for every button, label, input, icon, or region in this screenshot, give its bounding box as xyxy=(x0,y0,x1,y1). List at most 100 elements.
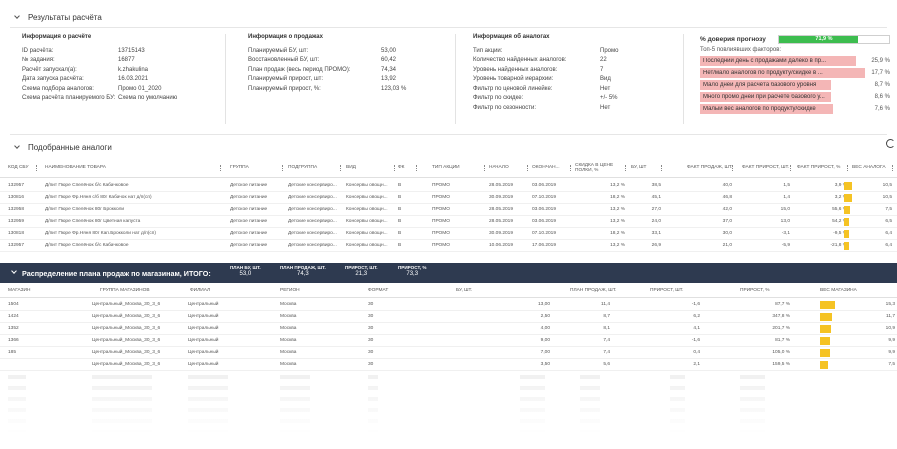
column-header-label: ГРУППА МАГАЗИНОВ xyxy=(100,288,150,294)
chevron-down-icon[interactable] xyxy=(14,14,20,20)
table-cell: 132957 xyxy=(8,243,25,248)
column-header[interactable]: ФАКТ ПРИРОСТ, ШТ. xyxy=(742,158,794,178)
table-cell: 30,0 xyxy=(722,231,732,236)
table-row[interactable]: 132958 Д/пит Пюре Спелёнок 80г Брокколи Де… xyxy=(0,204,897,216)
table-row[interactable]: 132957 Д/пит Пюре Спелёнок б/с Кабачковое… xyxy=(0,180,897,192)
table-cell: 03.06.2019 xyxy=(532,183,557,188)
column-header[interactable]: ПОДГРУППА xyxy=(288,158,344,178)
column-header[interactable]: ФОРМАТ xyxy=(368,284,388,298)
column-divider xyxy=(683,34,684,124)
info-label: Планируемый БУ, шт: xyxy=(248,47,309,54)
table-cell: 55,6 % xyxy=(832,207,847,212)
column-resize-handle[interactable] xyxy=(790,165,791,171)
column-resize-handle[interactable] xyxy=(416,165,417,171)
info-label: План продаж (весь период ПРОМО): xyxy=(248,66,351,73)
table-cell: 10,5 xyxy=(882,195,892,200)
column-header[interactable]: РЕГИОН xyxy=(280,284,300,298)
column-header[interactable]: ФАКТ ПРОДАЖ, ШТ. xyxy=(687,158,736,178)
table-cell: Д/пит Пюре Спелёнок 80г Брокколи xyxy=(45,207,125,212)
column-header[interactable]: ВЕС АНАЛОГА xyxy=(852,158,896,178)
column-resize-handle[interactable] xyxy=(847,165,848,171)
table-row[interactable]: 132959 Д/пит Пюре Спелёнок 80г Цветная ка… xyxy=(0,216,897,228)
column-resize-handle[interactable] xyxy=(484,165,485,171)
info-row: Планируемый прирост, шт: 13,92 xyxy=(248,75,448,85)
results-section-header[interactable]: Результаты расчёта xyxy=(0,10,102,24)
column-header[interactable]: КОД СБУ xyxy=(8,158,40,178)
column-resize-handle[interactable] xyxy=(570,165,571,171)
distribution-section-header[interactable]: Распределение плана продаж по магазинам,… xyxy=(0,263,897,283)
table-row[interactable]: 185 Центральный_Москва_30_3_6 Центральный М… xyxy=(0,347,897,359)
column-header-label: МАГАЗИН xyxy=(8,288,31,294)
table-cell: 159,5 % xyxy=(772,362,790,367)
column-resize-handle[interactable] xyxy=(220,165,221,171)
table-row[interactable]: 1504 Центральный_Москва_30_3_6 Центральный… xyxy=(0,299,897,311)
table-cell: Консервы овощн... xyxy=(346,207,388,212)
column-header[interactable]: БУ, ШТ xyxy=(631,158,665,178)
column-header[interactable]: ПЛАН ПРОДАЖ, ШТ. xyxy=(570,284,616,298)
chevron-down-icon[interactable] xyxy=(14,144,20,150)
info-label: Фильтр по сезонности: xyxy=(473,104,537,111)
order-info-panel: Информация о расчёте ID расчёта: 13715143… xyxy=(22,34,212,103)
table-row[interactable]: Центральный_Москва_30_3_6 Центральный Моск… xyxy=(0,359,897,371)
column-header[interactable]: ПРИРОСТ, % xyxy=(740,284,770,298)
column-header[interactable]: БУ, ШТ. xyxy=(456,284,472,298)
table-row[interactable]: 130816 Д/пит Пюре Фр.Няня с/б 80г Кабачок… xyxy=(0,192,897,204)
column-header-label: ПРИРОСТ, ШТ. xyxy=(650,288,684,294)
column-header-label: КОД СБУ xyxy=(8,165,29,171)
analogs-section-title: Подобранные аналоги xyxy=(28,142,112,152)
table-cell: 18,2 % xyxy=(610,195,625,200)
column-header[interactable]: ГРУППА xyxy=(230,158,286,178)
table-row[interactable]: 1352 Центральный_Москва_30_3_6 Центральный… xyxy=(0,323,897,335)
column-header[interactable]: ФК xyxy=(398,158,420,178)
table-row[interactable]: 130818 Д/пит Пюре Фр.Няня 80г Кап.Броккол… xyxy=(0,228,897,240)
column-resize-handle[interactable] xyxy=(661,165,662,171)
column-header[interactable]: ПРИРОСТ, ШТ. xyxy=(650,284,683,298)
table-row[interactable]: 1424 Центральный_Москва_30_3_6 Центральный… xyxy=(0,311,897,323)
column-resize-handle[interactable] xyxy=(892,165,893,171)
column-header[interactable]: ВЕС МАГАЗИНА xyxy=(820,284,857,298)
column-header[interactable]: ОКОНЧАН... xyxy=(532,158,574,178)
column-resize-handle[interactable] xyxy=(732,165,733,171)
column-header[interactable]: НАИМЕНОВАНИЕ ТОВАРА xyxy=(45,158,224,178)
column-header[interactable]: ВИД xyxy=(346,158,398,178)
column-resize-handle[interactable] xyxy=(36,165,37,171)
column-divider xyxy=(455,34,456,124)
column-resize-handle[interactable] xyxy=(394,165,395,171)
trust-value: 71,9 % xyxy=(815,35,833,42)
column-header[interactable]: ФИЛИАЛ xyxy=(190,284,210,298)
table-cell: 46,8 xyxy=(722,195,732,200)
summary-metric: ПРИРОСТ, ШТ. 21,3 xyxy=(345,265,378,277)
table-cell: 10,5 xyxy=(882,183,892,188)
column-header[interactable]: СКИДКА В ЦЕНЕ ПОЛКИ, % xyxy=(575,158,629,178)
column-header-label: ФАКТ ПРИРОСТ, % xyxy=(797,165,841,171)
info-row: Уровень найденных аналогов: 7 xyxy=(473,65,673,75)
column-header[interactable]: МАГАЗИН xyxy=(8,284,30,298)
table-row[interactable]: 1366 Центральный_Москва_30_3_6 Центральный… xyxy=(0,335,897,347)
column-header-label: ФИЛИАЛ xyxy=(190,288,211,294)
column-resize-handle[interactable] xyxy=(527,165,528,171)
table-cell: 13,2 % xyxy=(610,207,625,212)
column-header-label: БУ, ШТ xyxy=(631,165,647,171)
table-cell: 30.09.2019 xyxy=(489,195,514,200)
factor-row: Малый вес аналогов по продукту/скидке 7,6… xyxy=(700,104,890,114)
table-cell: -21,8 % xyxy=(830,243,847,248)
info-label: Расчёт запускал(а): xyxy=(22,66,77,73)
column-header[interactable]: НАЧАЛО xyxy=(489,158,531,178)
column-resize-handle[interactable] xyxy=(625,165,626,171)
column-header[interactable]: ГРУППА МАГАЗИНОВ xyxy=(100,284,150,298)
column-header[interactable]: ФАКТ ПРИРОСТ, % xyxy=(797,158,851,178)
summary-metric: ПРИРОСТ, % 73,3 xyxy=(398,265,426,277)
refresh-icon[interactable] xyxy=(886,139,895,148)
table-cell: 27,0 xyxy=(651,207,661,212)
column-resize-handle[interactable] xyxy=(282,165,283,171)
table-cell: Д/пит Пюре Спелёнок б/с Кабачковое xyxy=(45,183,129,188)
info-row: Планируемый БУ, шт: 53,00 xyxy=(248,46,448,56)
column-header[interactable]: ТИП АКЦИИ xyxy=(432,158,488,178)
summary-metric: ПЛАН ПРОДАЖ, ШТ. 74,3 xyxy=(280,265,326,277)
table-row[interactable]: 132957 Д/пит Пюре Спелёнок б/с Кабачковое… xyxy=(0,240,897,252)
chevron-down-icon[interactable] xyxy=(11,268,17,274)
table-cell: Консервы овощн... xyxy=(346,183,388,188)
column-resize-handle[interactable] xyxy=(340,165,341,171)
analogs-section-header[interactable]: Подобранные аналоги xyxy=(0,140,112,154)
table-cell: 11,4 xyxy=(601,302,610,307)
